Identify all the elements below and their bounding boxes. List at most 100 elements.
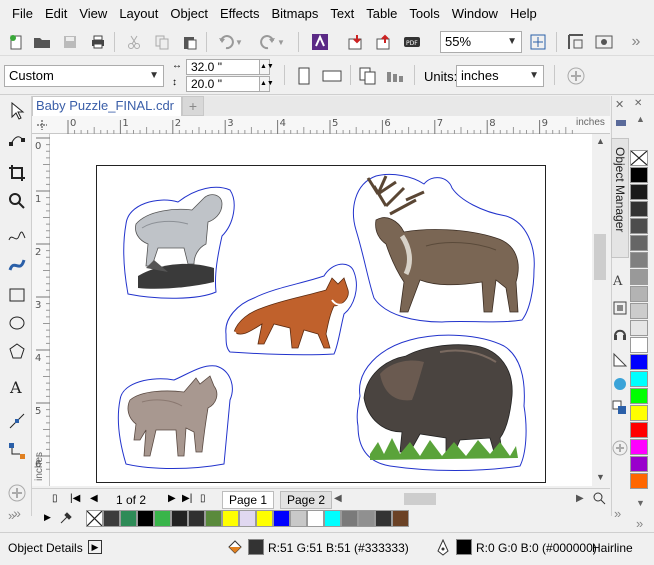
page-settings-icon[interactable]: ▯ — [52, 493, 58, 504]
view-options-icon[interactable] — [594, 32, 614, 52]
color-swatch[interactable] — [630, 269, 648, 285]
vertical-scrollbar[interactable]: ▲ ▼ — [592, 134, 610, 486]
import-icon[interactable] — [346, 32, 366, 52]
toolbar-overflow-icon[interactable]: » — [626, 32, 646, 52]
color-swatch[interactable] — [239, 510, 256, 527]
color-swatch[interactable] — [222, 510, 239, 527]
rectangle-tool-icon[interactable] — [6, 284, 28, 306]
portrait-icon[interactable] — [294, 66, 314, 86]
artistic-media-icon[interactable] — [6, 254, 28, 276]
zoom-tool-icon[interactable] — [6, 190, 28, 212]
ruler-origin-icon[interactable] — [36, 119, 48, 134]
menu-text[interactable]: Text — [324, 3, 360, 25]
open-folder-icon[interactable] — [32, 32, 52, 52]
color-swatch[interactable] — [630, 218, 648, 234]
add-tool-icon[interactable] — [6, 482, 28, 504]
palette-overflow-icon[interactable]: » — [636, 516, 643, 531]
landscape-icon[interactable] — [322, 66, 342, 86]
hints-icon[interactable] — [612, 326, 628, 345]
redo-icon[interactable] — [258, 32, 278, 52]
scroll-down-icon[interactable]: ▼ — [596, 472, 605, 482]
docker-pin-icon[interactable] — [614, 116, 628, 133]
pick-tool-icon[interactable] — [6, 100, 28, 122]
color-swatch[interactable] — [630, 167, 648, 183]
vertical-ruler[interactable]: 0123456 inches — [32, 134, 50, 486]
caribou-sticker[interactable] — [346, 170, 538, 326]
menu-object[interactable]: Object — [164, 3, 214, 25]
color-swatch[interactable] — [630, 439, 648, 455]
color-swatch[interactable] — [630, 388, 648, 404]
color-swatch[interactable] — [273, 510, 290, 527]
page-height-field[interactable]: 20.0 " ▲▼ — [186, 76, 274, 92]
drawing-canvas[interactable] — [50, 134, 606, 486]
color-swatch[interactable] — [358, 510, 375, 527]
transform-icon[interactable] — [612, 300, 628, 319]
outline-color-swatch[interactable] — [456, 539, 472, 555]
print-icon[interactable] — [88, 32, 108, 52]
color-swatch[interactable] — [290, 510, 307, 527]
undo-dropdown-icon[interactable]: ▼ — [234, 32, 244, 52]
connector-tool-icon[interactable] — [6, 440, 28, 462]
copy-icon[interactable] — [152, 32, 172, 52]
current-page-icon[interactable] — [386, 66, 406, 86]
horizontal-ruler[interactable]: 0 1 2 3 4 5 6 7 8 9 inches — [32, 116, 610, 134]
palette-down-icon[interactable]: ▼ — [636, 498, 645, 508]
cut-icon[interactable] — [124, 32, 144, 52]
shape-tool-icon[interactable] — [6, 128, 28, 150]
palette-close-icon[interactable]: ✕ — [634, 98, 642, 109]
color-swatch[interactable] — [392, 510, 409, 527]
zoom-fit-icon[interactable] — [528, 32, 548, 52]
export-icon[interactable] — [374, 32, 394, 52]
document-tab[interactable]: Baby Puzzle_FINAL.cdr — [32, 96, 182, 116]
menu-window[interactable]: Window — [446, 3, 504, 25]
freehand-tool-icon[interactable] — [6, 226, 28, 248]
object-details-expand-icon[interactable]: ▶ — [88, 540, 102, 554]
menu-edit[interactable]: Edit — [39, 3, 73, 25]
eyedropper-icon[interactable] — [58, 510, 74, 529]
crop-tool-icon[interactable] — [6, 162, 28, 184]
color-swatch[interactable] — [630, 286, 648, 302]
fill-color-swatch[interactable] — [248, 539, 264, 555]
scroll-thumb[interactable] — [594, 234, 606, 280]
color-swatch[interactable] — [630, 473, 648, 489]
save-icon[interactable] — [60, 32, 80, 52]
page-size-combo[interactable]: Custom ▼ — [4, 65, 164, 87]
text-tool-icon[interactable]: A — [6, 376, 28, 398]
spin-icon[interactable]: ▲▼ — [259, 60, 274, 74]
new-tab-button[interactable]: + — [182, 96, 204, 116]
join-icon[interactable] — [612, 400, 628, 419]
docker-close-icon[interactable]: ✕ — [615, 98, 624, 111]
menu-layout[interactable]: Layout — [113, 3, 164, 25]
docker-add-icon[interactable] — [612, 440, 628, 459]
menu-view[interactable]: View — [73, 3, 113, 25]
page-width-field[interactable]: 32.0 " ▲▼ — [186, 59, 274, 75]
color-swatch[interactable] — [630, 252, 648, 268]
all-pages-icon[interactable] — [358, 66, 378, 86]
color-swatch[interactable] — [341, 510, 358, 527]
text-properties-icon[interactable]: A — [612, 272, 628, 291]
color-swatch[interactable] — [103, 510, 120, 527]
color-swatch[interactable] — [630, 303, 648, 319]
polygon-tool-icon[interactable] — [6, 340, 28, 362]
bottom-overflow-icon[interactable]: » — [8, 508, 15, 523]
last-page-icon[interactable]: ▶| — [182, 493, 192, 504]
color-swatch[interactable] — [630, 422, 648, 438]
menu-table[interactable]: Table — [360, 3, 403, 25]
color-styles-icon[interactable] — [612, 376, 628, 395]
color-swatch[interactable] — [630, 354, 648, 370]
color-swatch[interactable] — [256, 510, 273, 527]
color-swatch[interactable] — [630, 337, 648, 353]
add-icon[interactable] — [566, 66, 586, 86]
color-swatch[interactable] — [630, 456, 648, 472]
color-swatch[interactable] — [630, 235, 648, 251]
first-page-icon[interactable]: |◀ — [70, 493, 80, 504]
corel-connect-icon[interactable] — [310, 32, 330, 52]
page-tab-2[interactable]: Page 2 — [280, 491, 333, 509]
scroll-right-icon[interactable]: ▶ — [576, 493, 584, 504]
palette-play-icon[interactable]: ▶ — [44, 512, 51, 523]
object-manager-tab[interactable]: Object Manager — [611, 138, 629, 258]
color-swatch[interactable] — [630, 201, 648, 217]
ellipse-tool-icon[interactable] — [6, 312, 28, 334]
undo-icon[interactable] — [216, 32, 236, 52]
align-icon[interactable] — [612, 352, 628, 371]
